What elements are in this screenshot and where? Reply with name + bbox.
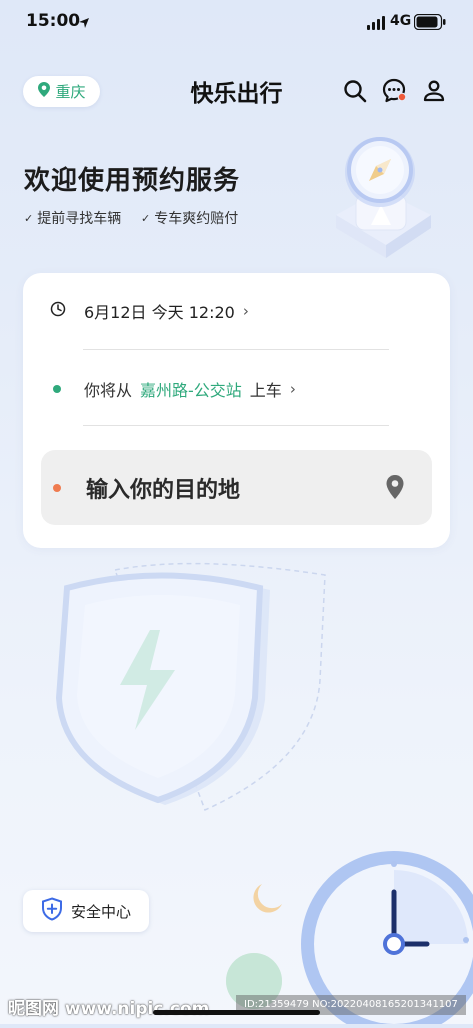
feature-item: ✓ 专车爽约赔付 [141,208,238,228]
feature-label: 专车爽约赔付 [154,211,239,227]
safety-center-label: 安全中心 [70,902,131,921]
location-arrow-icon [78,14,90,33]
divider [83,425,389,426]
message-icon[interactable] [382,78,408,104]
destination-placeholder: 输入你的目的地 [86,477,241,503]
check-icon: ✓ [141,211,151,225]
watermark-logo-text: 昵图网 www.nipic.com [8,999,210,1019]
network-label: 4G [390,13,412,29]
pickup-time-text: 6月12日 今天 12:20 [84,303,235,322]
home-indicator[interactable] [153,1010,320,1015]
divider [83,349,389,350]
pickup-station: 嘉州路-公交站 [140,381,242,400]
chevron-right-icon: › [242,302,249,320]
map-pin-icon[interactable] [385,474,405,504]
feature-label: 提前寻找车辆 [37,211,122,227]
status-time: 15:00 [26,11,81,31]
clock-icon [50,301,66,321]
pickup-location-selector[interactable]: 你将从 嘉州路-公交站 上车 › [53,377,296,401]
destination-dot-icon [53,483,61,492]
safety-center-button[interactable]: 安全中心 [23,890,149,932]
feature-item: ✓ 提前寻找车辆 [24,208,121,228]
compass-illustration [316,130,446,269]
booking-card: 6月12日 今天 12:20 › 你将从 嘉州路-公交站 上车 › 输入你的目的… [23,273,450,548]
battery-icon [413,13,446,34]
status-bar: 15:00 4G [0,0,473,44]
destination-input[interactable]: 输入你的目的地 [41,450,432,525]
signal-icon [367,15,387,34]
user-icon[interactable] [421,78,447,104]
shield-illustration [55,560,345,824]
chevron-right-icon: › [289,380,296,398]
pickup-time-selector[interactable]: 6月12日 今天 12:20 › [50,299,249,323]
welcome-title: 欢迎使用预约服务 [24,166,241,196]
pickup-suffix: 上车 [249,381,282,400]
pickup-prefix: 你将从 [84,381,133,400]
search-icon[interactable] [342,78,368,104]
pickup-dot-icon [53,385,61,393]
check-icon: ✓ [24,211,34,225]
shield-plus-icon [41,897,63,925]
